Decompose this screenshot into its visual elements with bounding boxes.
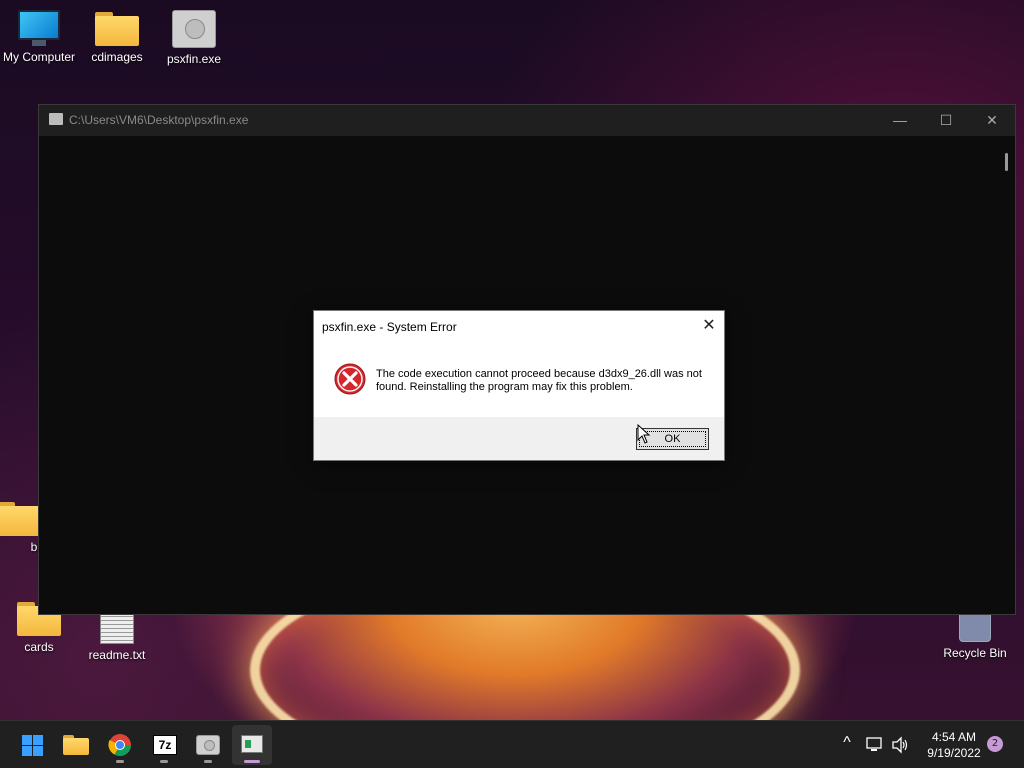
taskbar: 7z ^ 4:54 AM 9/19/2022 — [0, 720, 1024, 768]
desktop-icon-label: readme.txt — [88, 648, 146, 662]
volume-icon[interactable] — [891, 736, 909, 754]
dialog-footer: OK — [314, 417, 724, 460]
running-indicator — [160, 760, 168, 763]
windows-logo-icon — [22, 735, 43, 756]
desktop-icon-recycle-bin[interactable]: Recycle Bin — [936, 612, 1014, 660]
psx-console-icon — [196, 735, 220, 755]
recycle-bin-icon — [959, 612, 991, 642]
console-icon — [241, 735, 263, 753]
psx-console-icon — [172, 10, 216, 48]
dialog-message: The code execution cannot proceed becaus… — [376, 368, 702, 393]
taskbar-console[interactable] — [232, 725, 272, 765]
notification-badge[interactable]: 2 — [987, 736, 1003, 752]
mouse-cursor-icon — [637, 424, 651, 444]
taskbar-chrome[interactable] — [100, 725, 140, 765]
dialog-title: psxfin.exe - System Error — [322, 320, 457, 334]
error-icon — [334, 363, 366, 395]
desktop-icon-label: psxfin.exe — [166, 52, 222, 66]
desktop-icon-label: Recycle Bin — [943, 646, 1007, 660]
desktop-icon-label: My Computer — [2, 50, 76, 64]
taskbar-file-explorer[interactable] — [56, 725, 96, 765]
folder-icon — [0, 502, 41, 536]
desktop-icon-label: cdimages — [91, 50, 143, 64]
maximize-button[interactable]: ☐ — [923, 105, 969, 136]
start-button[interactable] — [12, 725, 52, 765]
desktop-icon-readme[interactable]: readme.txt — [78, 612, 156, 662]
show-hidden-icons-chevron-icon[interactable]: ^ — [838, 734, 856, 752]
monitor-icon — [18, 10, 60, 46]
dialog-close-button[interactable]: ✕ — [698, 315, 720, 337]
minimize-button[interactable]: — — [877, 105, 923, 136]
folder-icon — [95, 12, 139, 46]
running-indicator — [204, 760, 212, 763]
error-dialog[interactable]: psxfin.exe - System Error ✕ The code exe… — [313, 310, 725, 461]
taskbar-7zip[interactable]: 7z — [144, 725, 184, 765]
chrome-icon — [108, 734, 131, 756]
console-titlebar[interactable]: C:\Users\VM6\Desktop\psxfin.exe — ☐ ✕ — [39, 105, 1015, 136]
taskbar-psx[interactable] — [188, 725, 228, 765]
desktop-icon-cdimages[interactable]: cdimages — [78, 12, 156, 64]
file-explorer-icon — [63, 735, 89, 755]
desktop-icon-my-computer[interactable]: My Computer — [0, 10, 78, 64]
desktop: My Computer cdimages psxfin.exe bi cards… — [0, 0, 1024, 768]
close-button[interactable]: ✕ — [969, 105, 1015, 136]
console-app-icon — [49, 113, 63, 125]
text-file-icon — [100, 612, 134, 644]
console-title: C:\Users\VM6\Desktop\psxfin.exe — [69, 113, 249, 127]
clock-time[interactable]: 4:54 AM — [916, 730, 992, 744]
console-scrollbar[interactable] — [1005, 153, 1008, 171]
running-indicator — [116, 760, 124, 763]
network-icon[interactable] — [866, 737, 884, 753]
desktop-icon-psxfin[interactable]: psxfin.exe — [155, 10, 233, 66]
clock-date[interactable]: 9/19/2022 — [916, 746, 992, 760]
7zip-icon: 7z — [153, 735, 177, 755]
desktop-icon-label: cards — [24, 640, 54, 654]
running-indicator — [244, 760, 260, 763]
